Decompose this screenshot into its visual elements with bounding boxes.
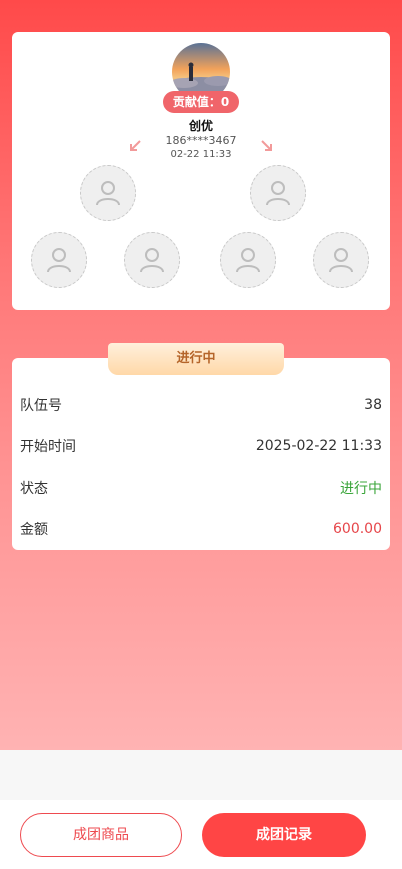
info-label: 金额 xyxy=(20,522,48,539)
member-slot-1[interactable] xyxy=(80,165,136,221)
leader-join-time: 02-22 11:33 xyxy=(170,149,232,160)
team-info-card: 队伍号 38 开始时间 2025-02-22 11:33 状态 进行中 金额 6… xyxy=(12,358,390,550)
info-value: 2025-02-22 11:33 xyxy=(255,438,382,455)
group-records-button[interactable]: 成团记录 xyxy=(202,813,366,857)
info-row-start-time: 开始时间 2025-02-22 11:33 xyxy=(12,426,390,468)
info-row-status: 状态 进行中 xyxy=(12,467,390,509)
user-placeholder-icon xyxy=(47,248,71,273)
user-placeholder-icon xyxy=(266,181,290,206)
info-row-team-number: 队伍号 38 xyxy=(12,384,390,426)
info-row-amount: 金额 600.00 xyxy=(12,509,390,551)
member-slot-4[interactable] xyxy=(124,232,180,288)
info-label: 队伍号 xyxy=(20,397,62,414)
member-slot-6[interactable] xyxy=(313,232,369,288)
member-slot-2[interactable] xyxy=(250,165,306,221)
user-placeholder-icon xyxy=(96,181,120,206)
arrow-down-right-icon xyxy=(261,140,272,151)
info-label: 开始时间 xyxy=(20,439,76,456)
status-tab: 进行中 xyxy=(108,343,284,375)
amount-value: 600.00 xyxy=(333,521,382,538)
arrow-down-left-icon xyxy=(130,140,141,151)
user-placeholder-icon xyxy=(236,248,260,273)
member-slot-5[interactable] xyxy=(220,232,276,288)
contribution-badge: 贡献值：0 xyxy=(163,91,239,113)
leader-name: 创优 xyxy=(188,119,213,133)
user-placeholder-icon xyxy=(329,248,353,273)
info-label: 状态 xyxy=(20,480,48,497)
member-slot-3[interactable] xyxy=(31,232,87,288)
status-value: 进行中 xyxy=(340,480,382,497)
leader-phone: 186****3467 xyxy=(165,134,237,147)
info-value: 38 xyxy=(364,396,382,413)
user-placeholder-icon xyxy=(140,248,164,273)
team-tree-card: 贡献值：0 创优 186****3467 02-22 11:33 xyxy=(12,32,390,310)
bottom-action-bar: 成团商品 成团记录 xyxy=(0,800,402,869)
group-goods-button[interactable]: 成团商品 xyxy=(20,813,182,857)
